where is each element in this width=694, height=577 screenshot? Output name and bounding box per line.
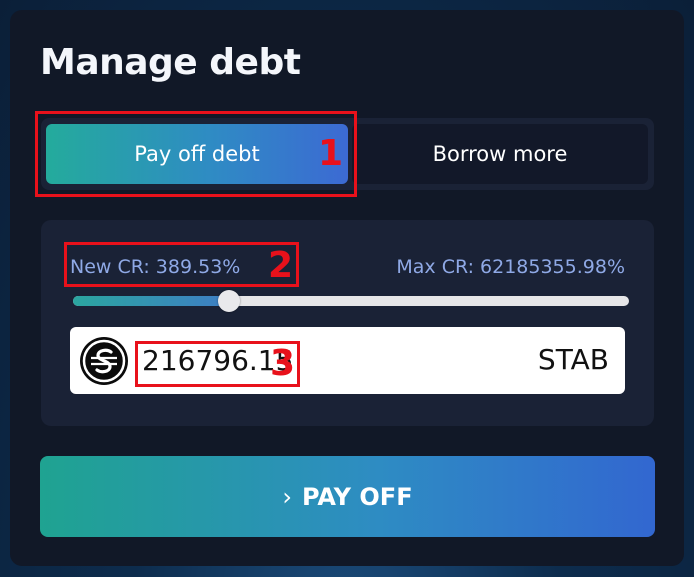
annotation-number-2: 2 (268, 245, 294, 286)
token-symbol: STAB (537, 343, 609, 376)
chevron-right-icon: › (282, 482, 292, 511)
pay-off-button[interactable]: › PAY OFF (40, 456, 655, 537)
stab-token-icon (80, 337, 128, 385)
annotation-box-2 (64, 242, 299, 287)
annotation-box-1 (35, 111, 357, 197)
panel-title: Manage debt (40, 42, 301, 83)
pay-off-label: PAY OFF (302, 482, 413, 511)
annotation-number-1: 1 (318, 133, 344, 174)
tab-borrow-more[interactable]: Borrow more (352, 124, 648, 184)
annotation-number-3: 3 (270, 343, 296, 384)
slider-fill (73, 296, 229, 306)
max-cr-label: Max CR: 62185355.98% (396, 256, 625, 278)
cr-slider[interactable] (73, 290, 629, 312)
slider-thumb[interactable] (217, 290, 240, 312)
